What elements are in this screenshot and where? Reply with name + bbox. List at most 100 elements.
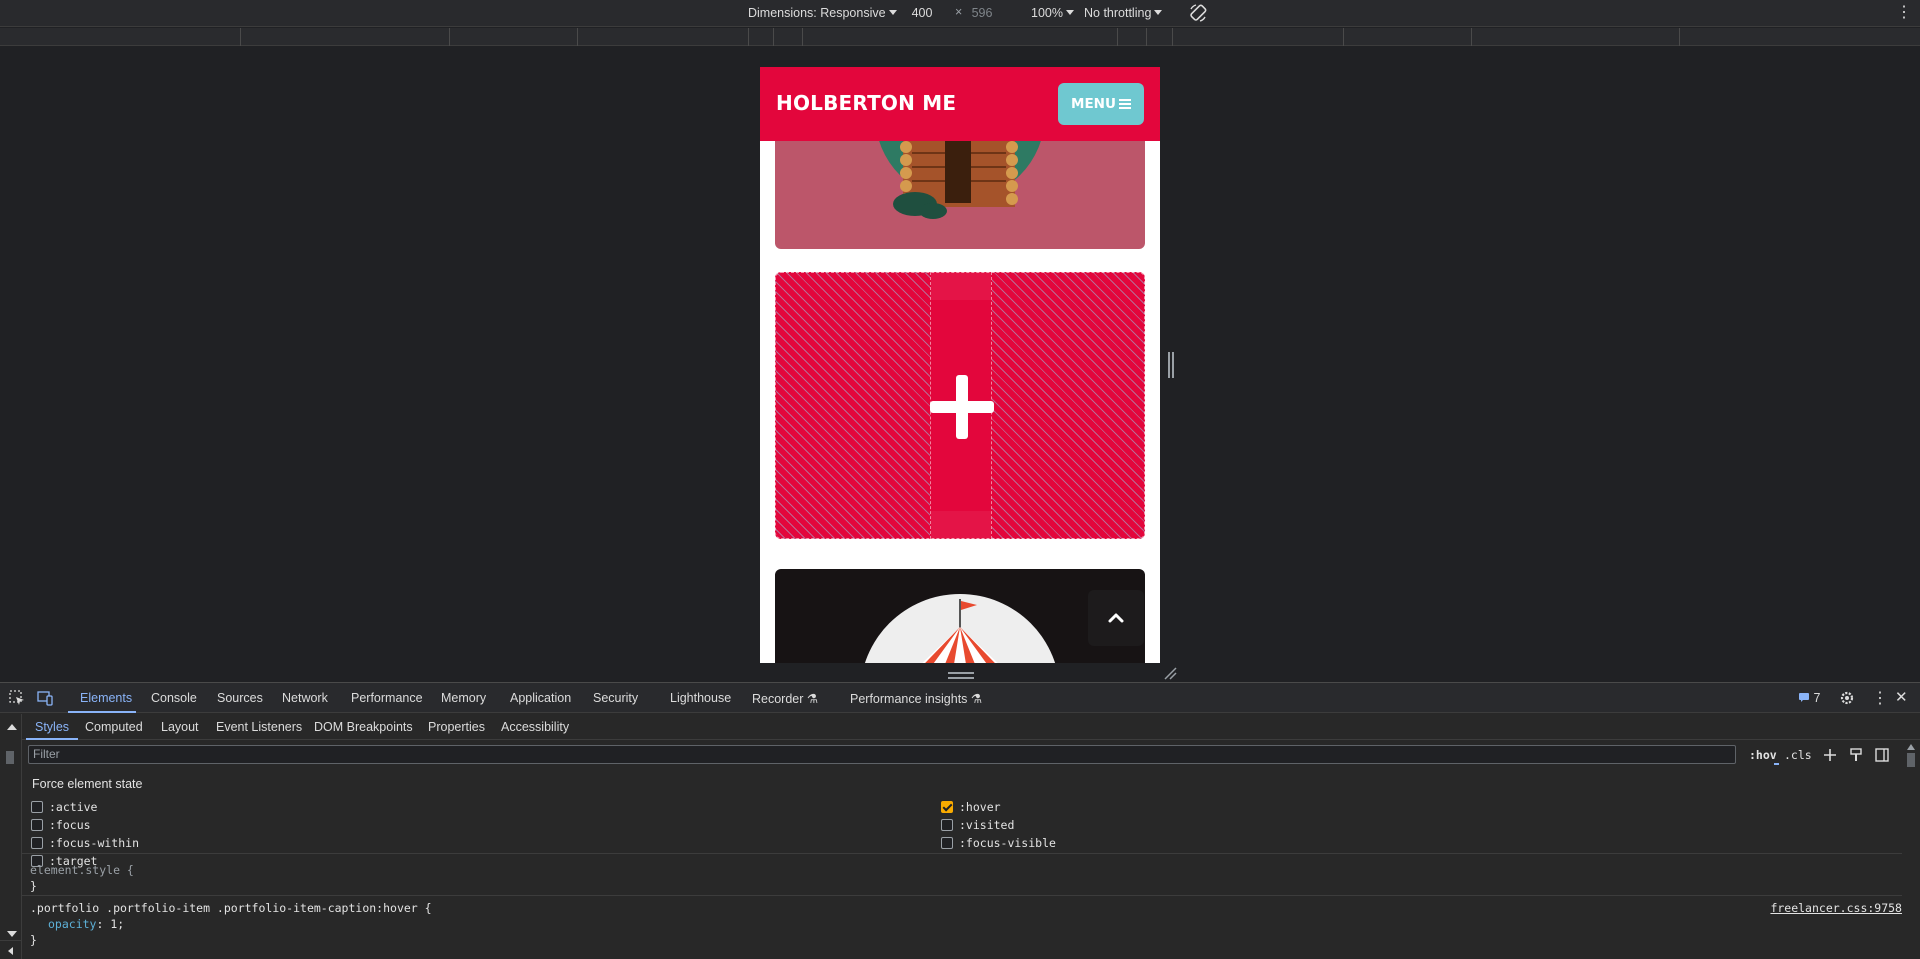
scroll-to-top-button[interactable] — [1088, 590, 1144, 646]
device-toolbar: Dimensions: Responsive 400 × 596 100% No… — [0, 0, 1920, 27]
tab-console[interactable]: Console — [151, 691, 197, 705]
more-vertical-icon[interactable]: ⋮ — [1896, 3, 1912, 23]
more-options-icon[interactable]: ⋮ — [1872, 688, 1888, 708]
hover-rule-close: } — [30, 933, 37, 947]
state-focus-within[interactable]: :focus-within — [31, 836, 139, 850]
tab-lighthouse[interactable]: Lighthouse — [670, 691, 731, 705]
menu-label: MENU — [1071, 96, 1116, 112]
state-visited[interactable]: :visited — [941, 818, 1014, 832]
tab-sources[interactable]: Sources — [217, 691, 263, 705]
resize-handle-right[interactable] — [1168, 352, 1174, 378]
portfolio-item-hovered[interactable] — [775, 272, 1145, 539]
caret-down-icon — [1065, 10, 1074, 15]
force-state-title: Force element state — [32, 777, 143, 791]
menu-button[interactable]: MENU — [1058, 83, 1144, 125]
issues-badge[interactable]: 7 — [1798, 691, 1820, 705]
width-input[interactable]: 400 — [900, 4, 944, 22]
checkbox-checked[interactable] — [941, 801, 953, 813]
state-hover[interactable]: :hover — [941, 800, 1001, 814]
subtab-dom-breakpoints[interactable]: DOM Breakpoints — [314, 720, 413, 734]
tab-performance[interactable]: Performance — [351, 691, 423, 705]
state-focus-visible[interactable]: :focus-visible — [941, 836, 1056, 850]
close-icon[interactable]: ✕ — [1895, 688, 1908, 706]
rule-source-link[interactable]: freelancer.css:9758 — [1770, 901, 1902, 915]
state-label: :hover — [959, 800, 1001, 814]
tab-security[interactable]: Security — [593, 691, 638, 705]
checkbox[interactable] — [941, 837, 953, 849]
emulated-viewport-area: HOLBERTON ME MENU — [0, 47, 1920, 682]
active-tab-indicator — [68, 711, 136, 713]
caret-down-icon — [888, 10, 897, 15]
subtab-accessibility[interactable]: Accessibility — [501, 720, 569, 734]
triangle-up-icon[interactable] — [6, 722, 18, 732]
zoom-dropdown[interactable]: 100% — [1031, 6, 1074, 20]
subtab-event-listeners[interactable]: Event Listeners — [216, 720, 302, 734]
styles-scrollbar[interactable] — [1905, 741, 1918, 959]
css-value[interactable]: : 1; — [96, 917, 124, 931]
cls-toggle[interactable]: .cls — [1784, 748, 1812, 762]
tab-elements[interactable]: Elements — [80, 691, 132, 705]
checkbox[interactable] — [31, 819, 43, 831]
state-label: :focus-visible — [959, 836, 1056, 850]
css-property[interactable]: opacity — [48, 917, 96, 931]
scrollbar-thumb[interactable] — [1907, 753, 1915, 767]
inspect-element-icon[interactable] — [8, 689, 26, 707]
checkbox[interactable] — [31, 837, 43, 849]
caret-down-icon — [1154, 10, 1163, 15]
tab-performance-insights[interactable]: Performance insights ⚗ — [850, 691, 982, 706]
flask-icon: ⚗ — [806, 692, 819, 706]
styles-filter-input[interactable]: Filter — [28, 745, 1736, 764]
element-style-selector[interactable]: element.style { — [30, 863, 134, 877]
collapse-arrow[interactable] — [0, 940, 22, 959]
devtools-tabbar: Elements Console Sources Network Perform… — [0, 683, 1920, 713]
tab-recorder[interactable]: Recorder ⚗ — [752, 691, 818, 706]
styles-subtabbar: Styles Computed Layout Event Listeners D… — [22, 714, 1920, 740]
state-active[interactable]: :active — [31, 800, 97, 814]
tab-application[interactable]: Application — [510, 691, 571, 705]
hamburger-icon — [1118, 99, 1131, 109]
hover-rule-declaration[interactable]: opacity: 1; — [48, 917, 124, 931]
hov-active-indicator — [1774, 763, 1779, 765]
caret-left-icon — [8, 947, 13, 955]
breadcrumb-gutter — [0, 714, 22, 959]
issues-icon — [1799, 693, 1809, 702]
hover-rule-selector[interactable]: .portfolio .portfolio-item .portfolio-it… — [30, 901, 432, 915]
subtab-properties[interactable]: Properties — [428, 720, 485, 734]
hov-toggle[interactable]: :hov — [1749, 748, 1777, 762]
brand-logo[interactable]: HOLBERTON ME — [776, 91, 956, 115]
rotate-icon[interactable] — [1188, 3, 1208, 23]
tab-network[interactable]: Network — [282, 691, 328, 705]
checkbox[interactable] — [31, 801, 43, 813]
zoom-label: 100% — [1031, 6, 1063, 20]
toggle-sidebar-icon[interactable] — [1874, 747, 1890, 763]
subtab-layout[interactable]: Layout — [161, 720, 199, 734]
resize-handle-bottom[interactable] — [948, 672, 974, 679]
device-toggle-icon[interactable] — [36, 689, 54, 707]
height-input[interactable]: 596 — [960, 4, 1004, 22]
add-rule-icon[interactable] — [1822, 747, 1838, 763]
styles-filter-row: Filter :hov .cls — [22, 741, 1920, 768]
settings-gear-icon[interactable] — [1838, 689, 1856, 707]
flask-icon: ⚗ — [970, 692, 983, 706]
state-label: :focus — [49, 818, 91, 832]
media-query-bar[interactable] — [0, 28, 1920, 46]
state-focus[interactable]: :focus — [31, 818, 91, 832]
subtab-computed[interactable]: Computed — [85, 720, 143, 734]
emulated-page: HOLBERTON ME MENU — [760, 67, 1160, 663]
paint-brush-icon[interactable] — [1848, 747, 1864, 763]
triangle-up-icon[interactable] — [1906, 743, 1916, 751]
tab-memory[interactable]: Memory — [441, 691, 486, 705]
checkbox[interactable] — [941, 819, 953, 831]
tab-recorder-label: Recorder — [752, 692, 804, 706]
throttling-dropdown[interactable]: No throttling — [1084, 6, 1163, 20]
dimensions-label: Dimensions: Responsive — [748, 6, 886, 20]
subtab-styles[interactable]: Styles — [35, 720, 69, 734]
triangle-down-icon[interactable] — [6, 929, 18, 939]
active-subtab-indicator — [26, 738, 78, 740]
state-label: :focus-within — [49, 836, 140, 850]
resize-corner-icon[interactable] — [1163, 666, 1177, 680]
state-label: :active — [49, 800, 98, 814]
site-navbar: HOLBERTON ME MENU — [760, 67, 1160, 141]
dimensions-dropdown[interactable]: Dimensions: Responsive — [748, 6, 897, 20]
gutter-scrollbar-thumb[interactable] — [6, 751, 14, 764]
